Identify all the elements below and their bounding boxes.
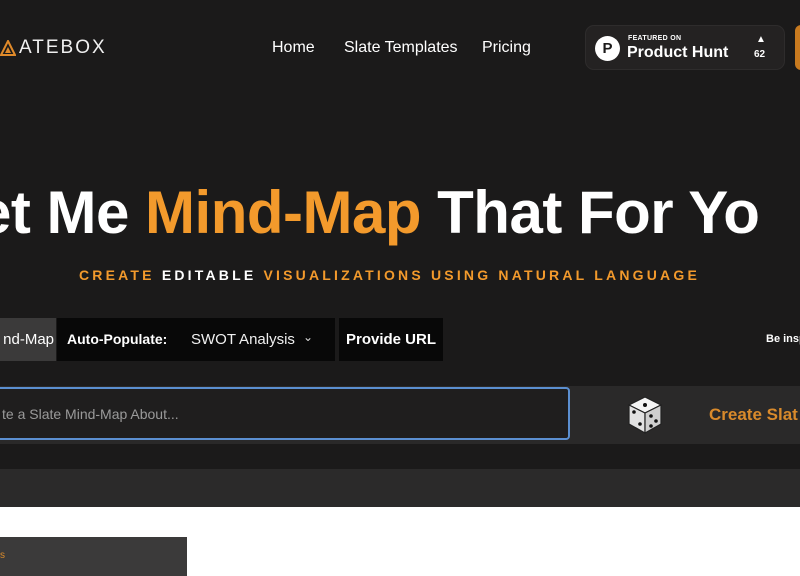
chevron-down-icon[interactable]: ⌄: [303, 330, 313, 344]
signup-button-edge[interactable]: [795, 25, 800, 70]
product-hunt-name: Product Hunt: [627, 44, 729, 61]
subheading-rest: VISUALIZATIONS USING NATURAL LANGUAGE: [263, 267, 700, 283]
preview-card-text: s: [0, 550, 5, 561]
auto-populate-control[interactable]: Auto-Populate: SWOT Analysis ⌄: [57, 318, 335, 361]
nav-home-link[interactable]: Home: [272, 39, 315, 57]
upvote-count: 62: [754, 49, 766, 60]
hero-headline: et Me Mind-Map That For Yo: [0, 179, 760, 246]
headline-part-2: That For Yo: [420, 179, 760, 246]
upvote-arrow-icon: ▲: [756, 34, 766, 45]
nav-pricing-link[interactable]: Pricing: [482, 39, 531, 57]
inspiration-link[interactable]: Be insp: [766, 333, 800, 345]
subheading-word-create: CREATE: [79, 267, 162, 283]
brand-name: ATEBOX: [19, 37, 107, 58]
provide-url-button[interactable]: Provide URL: [339, 318, 443, 361]
product-hunt-badge[interactable]: P FEATURED ON Product Hunt ▲ 62: [585, 25, 785, 70]
dice-icon[interactable]: [626, 395, 664, 435]
prompt-input[interactable]: [0, 387, 570, 440]
subheading-word-editable: EDITABLE: [161, 267, 264, 283]
headline-part-1: et Me: [0, 179, 129, 246]
auto-populate-select[interactable]: SWOT Analysis: [191, 331, 295, 348]
section-divider-band: [0, 469, 800, 507]
mode-toolbar: nd-Map Auto-Populate: SWOT Analysis ⌄ Pr…: [0, 318, 800, 361]
hero-subheading: CREATE EDITABLE VISUALIZATIONS USING NAT…: [79, 267, 700, 283]
create-slate-button[interactable]: Create Slat: [709, 405, 798, 425]
mindmap-mode-tab[interactable]: nd-Map: [0, 318, 56, 361]
triangle-logo-icon: [0, 40, 16, 56]
product-hunt-featured-label: FEATURED ON: [628, 35, 682, 42]
product-hunt-icon: P: [595, 36, 620, 61]
logo[interactable]: ATEBOX: [0, 37, 107, 59]
prompt-row: [0, 386, 800, 444]
headline-accent: Mind-Map: [145, 179, 421, 246]
preview-card[interactable]: s: [0, 537, 187, 576]
auto-populate-label: Auto-Populate:: [67, 331, 168, 347]
nav-templates-link[interactable]: Slate Templates: [344, 39, 458, 57]
